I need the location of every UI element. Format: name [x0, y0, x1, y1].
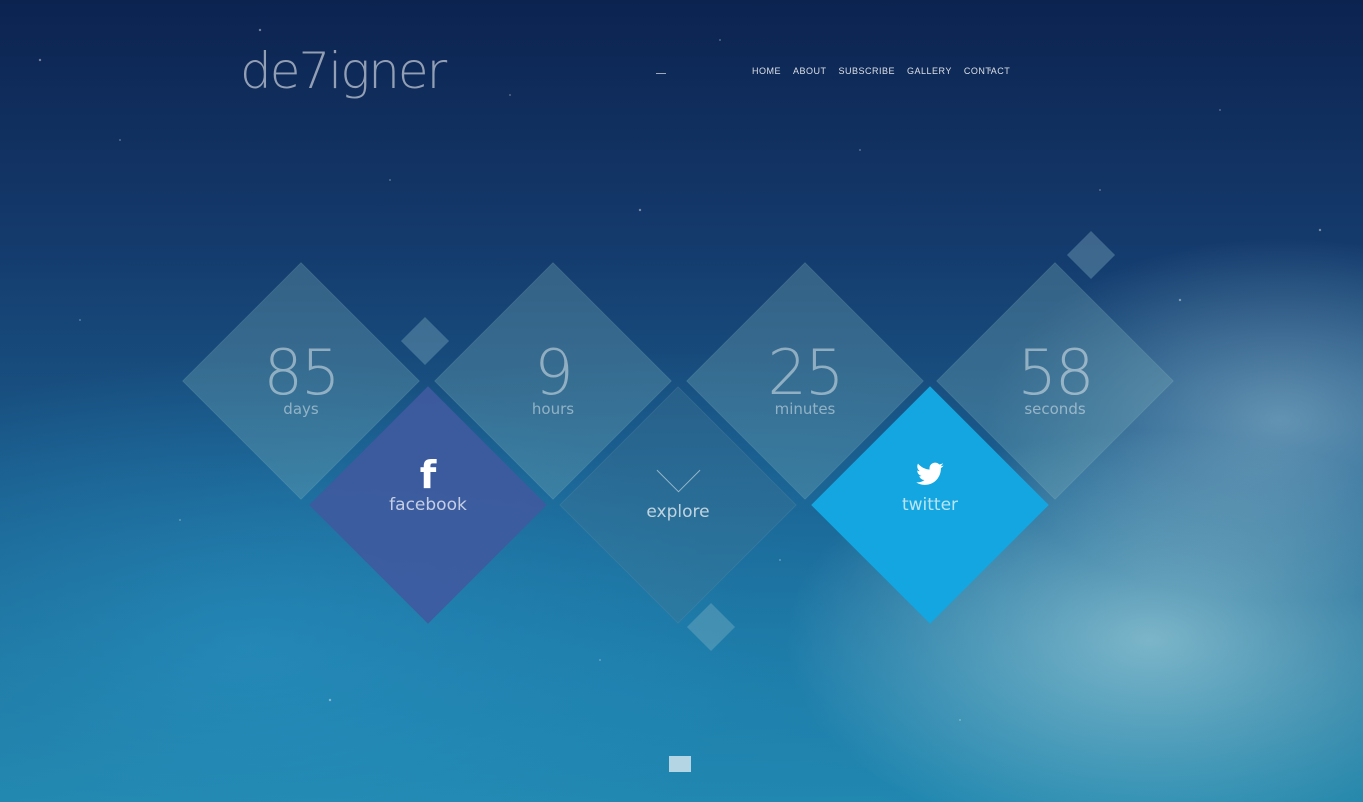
nav-about[interactable]: ABOUT — [793, 66, 827, 76]
days-value: 85 — [263, 336, 341, 409]
countdown-minutes: 25 minutes — [705, 336, 905, 419]
nav-home[interactable]: HOME — [752, 66, 781, 76]
chevron-down-icon — [656, 448, 700, 493]
site-logo[interactable]: de7igner — [240, 42, 447, 100]
twitter-link[interactable]: twitter — [830, 455, 1030, 515]
minutes-label: minutes — [774, 400, 836, 418]
twitter-label: twitter — [901, 495, 959, 515]
countdown-days: 85 days — [201, 336, 401, 419]
days-label: days — [283, 400, 319, 418]
countdown-hours: 9 hours — [453, 336, 653, 419]
explore-link[interactable]: explore — [578, 448, 778, 522]
hours-value: 9 — [534, 336, 573, 409]
nav-divider — [656, 73, 666, 74]
scroll-down-button[interactable] — [669, 756, 691, 772]
minutes-value: 25 — [767, 336, 845, 409]
twitter-icon — [830, 455, 1030, 495]
nav-gallery[interactable]: GALLERY — [907, 66, 952, 76]
hours-label: hours — [531, 400, 575, 418]
nav-contact[interactable]: CONTACT — [964, 66, 1010, 76]
facebook-icon: f — [419, 453, 437, 497]
main-nav: HOME ABOUT SUBSCRIBE GALLERY CONTACT — [752, 66, 1010, 76]
nav-subscribe[interactable]: SUBSCRIBE — [839, 66, 896, 76]
explore-label: explore — [646, 502, 710, 522]
seconds-label: seconds — [1024, 400, 1086, 418]
countdown-seconds: 58 seconds — [955, 336, 1155, 419]
facebook-label: facebook — [389, 495, 467, 515]
facebook-link[interactable]: f facebook — [328, 455, 528, 515]
seconds-value: 58 — [1017, 336, 1095, 409]
